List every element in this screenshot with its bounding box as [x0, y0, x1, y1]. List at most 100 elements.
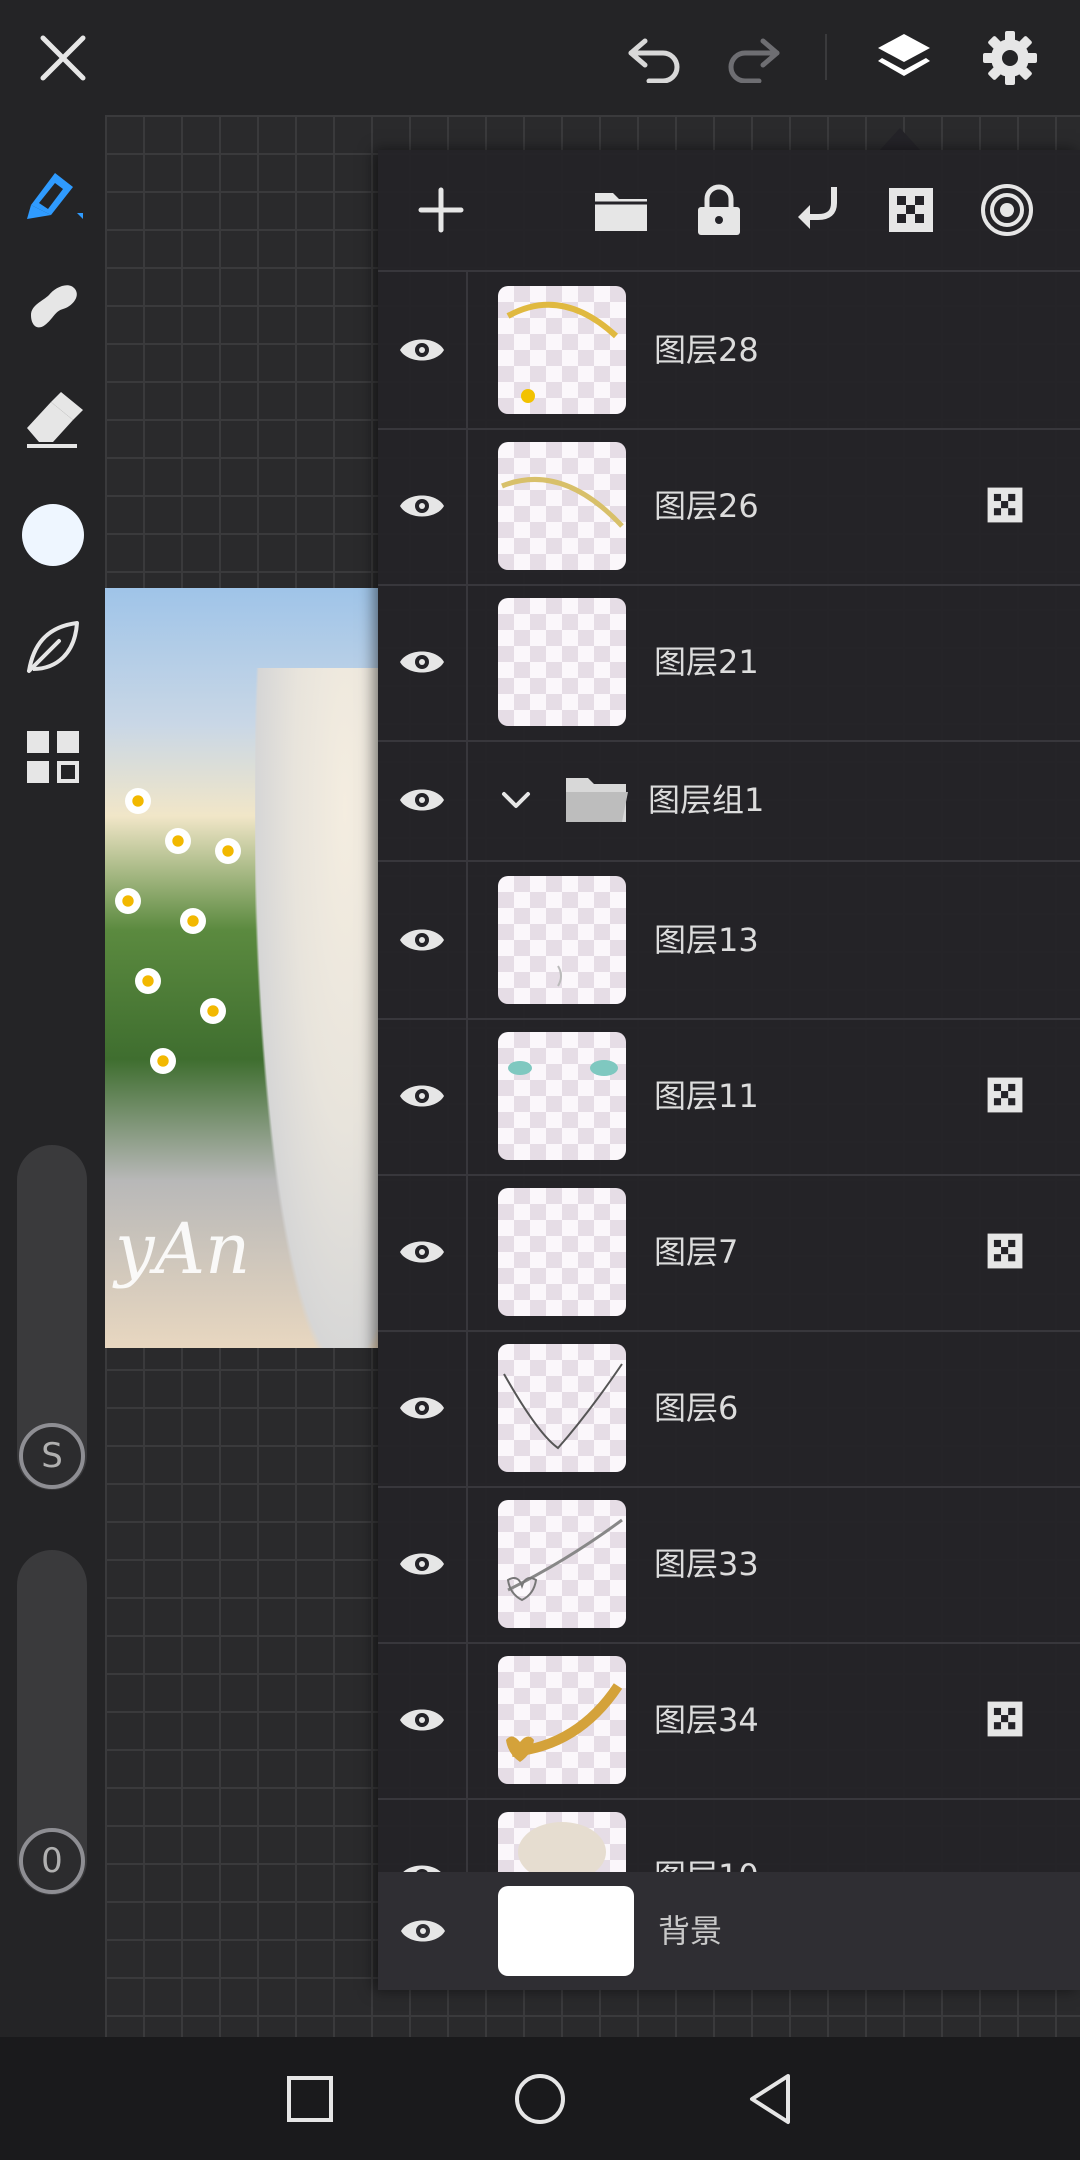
brush-size-knob[interactable]: S	[19, 1423, 85, 1489]
layer-name: 图层7	[654, 1233, 739, 1271]
layer-row[interactable]: 图层28	[378, 272, 1080, 430]
visibility-toggle[interactable]	[378, 1642, 468, 1798]
eye-icon	[400, 339, 444, 361]
leaf-icon	[26, 621, 79, 673]
layer-row[interactable]: 图层7	[378, 1174, 1080, 1332]
visibility-toggle[interactable]	[378, 862, 468, 1018]
opacity-knob[interactable]: 0	[19, 1828, 85, 1894]
visibility-toggle[interactable]	[378, 1798, 468, 1872]
layer-name: 图层13	[654, 921, 759, 959]
layer-row[interactable]: 图层10	[378, 1798, 1080, 1872]
undo-button[interactable]	[620, 22, 690, 94]
grid-icon	[26, 731, 79, 783]
layer-thumbnail	[498, 1500, 626, 1628]
eraser-tool[interactable]	[0, 380, 105, 460]
layer-thumbnail	[498, 1812, 626, 1872]
home-icon	[515, 2073, 565, 2124]
blend-mode-button[interactable]	[962, 150, 1052, 270]
eye-icon	[400, 1397, 444, 1419]
blend-mode-icon	[981, 184, 1033, 236]
layer-thumbnail	[498, 1656, 626, 1784]
toolbar-divider	[825, 34, 827, 80]
visibility-toggle[interactable]	[378, 428, 468, 584]
layer-name: 图层33	[654, 1545, 759, 1583]
layer-row[interactable]: 图层13	[378, 862, 1080, 1020]
eye-icon	[400, 1085, 444, 1107]
layer-name: 图层21	[654, 643, 759, 681]
layers-panel: 图层28 图层26 图层21 图层组1 图层13 图层11 图层7 图层6 图层…	[378, 150, 1080, 1990]
layer-row[interactable]: 图层26	[378, 428, 1080, 586]
system-nav-bar	[0, 2037, 1080, 2160]
alpha-lock-icon[interactable]	[986, 1232, 1024, 1270]
eraser-icon	[26, 392, 83, 448]
merge-down-icon	[798, 187, 837, 229]
layer-row[interactable]: 图层6	[378, 1330, 1080, 1488]
redo-button[interactable]	[718, 22, 788, 94]
layers-toolbar	[378, 150, 1080, 272]
recents-button[interactable]	[195, 2037, 425, 2160]
visibility-toggle[interactable]	[378, 1018, 468, 1174]
current-color	[21, 504, 84, 566]
alpha-lock-icon[interactable]	[986, 1700, 1024, 1738]
alpha-lock-button[interactable]	[866, 150, 956, 270]
layer-thumbnail	[498, 286, 626, 414]
layer-name: 图层26	[654, 487, 759, 525]
visibility-toggle[interactable]	[378, 1330, 468, 1486]
eye-icon	[400, 1709, 444, 1731]
layer-name: 图层6	[654, 1389, 739, 1427]
eye-icon	[400, 1553, 444, 1575]
background-layer-row[interactable]: 背景	[378, 1872, 1080, 1990]
layer-thumbnail	[498, 442, 626, 570]
new-group-button[interactable]	[576, 150, 666, 270]
layers-button[interactable]	[866, 22, 942, 94]
left-toolbar: S 0	[0, 115, 105, 2037]
back-icon	[750, 2073, 790, 2124]
top-bar	[0, 0, 1080, 115]
opacity-slider[interactable]: 0	[17, 1550, 87, 1895]
layer-thumbnail	[498, 1032, 626, 1160]
brush-tool[interactable]	[0, 155, 105, 235]
artwork-preview[interactable]: yAn	[105, 588, 378, 1348]
add-layer-button[interactable]	[396, 150, 486, 270]
home-button[interactable]	[425, 2037, 655, 2160]
eye-icon	[400, 495, 444, 517]
recents-icon	[287, 2075, 333, 2122]
smudge-icon	[30, 285, 77, 328]
visibility-toggle[interactable]	[378, 1174, 468, 1330]
merge-down-button[interactable]	[772, 150, 862, 270]
lock-layer-button[interactable]	[674, 150, 764, 270]
layer-group-row[interactable]: 图层组1	[378, 740, 1080, 862]
layer-name: 图层28	[654, 331, 759, 369]
chevron-down-icon[interactable]	[498, 784, 534, 816]
alpha-lock-icon[interactable]	[986, 1076, 1024, 1114]
visibility-toggle[interactable]	[378, 584, 468, 740]
settings-button[interactable]	[972, 22, 1048, 94]
close-button[interactable]	[25, 22, 101, 94]
back-button[interactable]	[655, 2037, 885, 2160]
gallery-tool[interactable]	[0, 717, 105, 797]
leaf-tool[interactable]	[0, 607, 105, 687]
layer-row[interactable]: 图层11	[378, 1018, 1080, 1176]
folder-icon	[566, 778, 628, 822]
layer-name: 图层11	[654, 1077, 759, 1115]
visibility-toggle[interactable]	[378, 740, 468, 860]
layer-row[interactable]: 图层33	[378, 1486, 1080, 1644]
layer-row[interactable]: 图层21	[378, 584, 1080, 742]
redo-icon	[728, 38, 780, 83]
alpha-lock-icon[interactable]	[986, 486, 1024, 524]
visibility-toggle[interactable]	[378, 1486, 468, 1642]
layer-name: 图层10	[654, 1798, 759, 1872]
color-swatch[interactable]	[0, 495, 105, 575]
visibility-toggle[interactable]	[378, 1872, 468, 1990]
layer-row[interactable]: 图层34	[378, 1642, 1080, 1800]
layers-icon	[878, 34, 930, 76]
background-thumbnail	[498, 1886, 634, 1976]
eye-icon	[401, 1920, 445, 1942]
smudge-tool[interactable]	[0, 265, 105, 345]
undo-icon	[628, 38, 680, 83]
group-name: 图层组1	[648, 781, 765, 819]
brush-size-slider[interactable]: S	[17, 1145, 87, 1490]
folder-icon	[595, 193, 647, 231]
visibility-toggle[interactable]	[378, 272, 468, 428]
background-layer-name: 背景	[658, 1912, 723, 1950]
